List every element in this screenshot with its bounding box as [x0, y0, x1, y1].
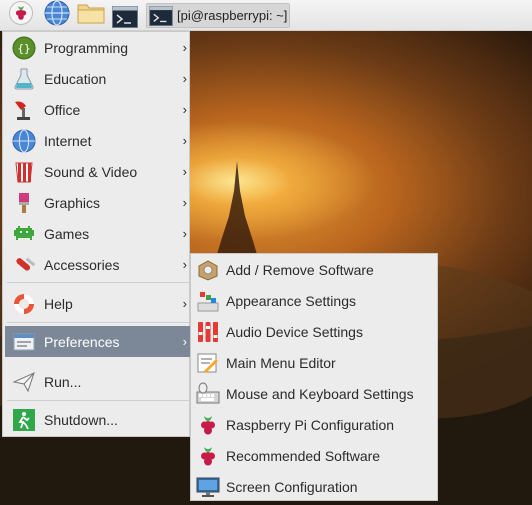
globe-icon	[44, 0, 70, 31]
taskbar: [pi@raspberrypi: ~]	[0, 0, 532, 31]
folder-icon	[77, 2, 105, 29]
main-menu: {} Programming › Education › Office › In…	[2, 31, 191, 437]
submenu-item-screen-configuration[interactable]: Screen Configuration	[191, 471, 437, 502]
submenu-item-recommended-software[interactable]: Recommended Software	[191, 440, 437, 471]
appearance-icon	[195, 288, 221, 314]
menu-item-sound-video[interactable]: Sound & Video ›	[5, 156, 191, 187]
preferences-submenu: Add / Remove Software Appearance Setting…	[190, 253, 438, 501]
paintbrush-icon	[11, 190, 37, 216]
sound-video-icon	[11, 159, 37, 185]
terminal-icon	[149, 5, 173, 26]
menu-editor-icon	[195, 350, 221, 376]
lifebuoy-icon	[11, 291, 37, 317]
svg-text:{}: {}	[17, 42, 30, 55]
preferences-icon	[11, 329, 37, 355]
shutdown-exit-icon	[11, 407, 37, 433]
menu-item-accessories[interactable]: Accessories ›	[5, 249, 191, 280]
menu-item-help[interactable]: Help ›	[5, 288, 191, 319]
menu-item-run[interactable]: Run...	[5, 366, 191, 397]
menu-separator	[7, 282, 189, 283]
window-title: [pi@raspberrypi: ~]	[177, 8, 288, 23]
submenu-item-raspberry-pi-configuration[interactable]: Raspberry Pi Configuration	[191, 409, 437, 440]
office-icon	[11, 97, 37, 123]
file-manager-launcher-button[interactable]	[76, 3, 106, 28]
raspberry-menu-button[interactable]	[8, 1, 34, 30]
raspberry-icon	[195, 412, 221, 438]
submenu-item-add-remove-software[interactable]: Add / Remove Software	[191, 254, 437, 285]
education-flask-icon	[11, 66, 37, 92]
keyboard-mouse-icon	[195, 381, 221, 407]
menu-item-programming[interactable]: {} Programming ›	[5, 32, 191, 63]
raspberry-icon	[195, 443, 221, 469]
globe-icon	[11, 128, 37, 154]
menu-separator	[7, 322, 189, 323]
terminal-icon	[112, 5, 138, 28]
menu-item-office[interactable]: Office ›	[5, 94, 191, 125]
submenu-item-audio-device-settings[interactable]: Audio Device Settings	[191, 316, 437, 347]
submenu-item-mouse-keyboard-settings[interactable]: Mouse and Keyboard Settings	[191, 378, 437, 409]
submenu-item-appearance-settings[interactable]: Appearance Settings	[191, 285, 437, 316]
menu-item-internet[interactable]: Internet ›	[5, 125, 191, 156]
raspberry-icon	[9, 1, 33, 30]
space-invader-icon	[11, 221, 37, 247]
accessories-knife-icon	[11, 252, 37, 278]
menu-item-games[interactable]: Games ›	[5, 218, 191, 249]
menu-item-preferences[interactable]: Preferences ›	[5, 326, 191, 357]
browser-launcher-button[interactable]	[43, 0, 71, 31]
submenu-item-main-menu-editor[interactable]: Main Menu Editor	[191, 347, 437, 378]
monitor-icon	[195, 474, 221, 500]
taskbar-window-terminal[interactable]: [pi@raspberrypi: ~]	[146, 3, 290, 28]
paper-plane-icon	[11, 369, 37, 395]
menu-separator	[7, 400, 189, 401]
menu-item-graphics[interactable]: Graphics ›	[5, 187, 191, 218]
programming-icon: {}	[11, 35, 37, 61]
menu-item-education[interactable]: Education ›	[5, 63, 191, 94]
audio-mixer-icon	[195, 319, 221, 345]
menu-item-shutdown[interactable]: Shutdown...	[5, 404, 191, 435]
package-icon	[195, 257, 221, 283]
terminal-launcher-button[interactable]	[110, 3, 138, 28]
